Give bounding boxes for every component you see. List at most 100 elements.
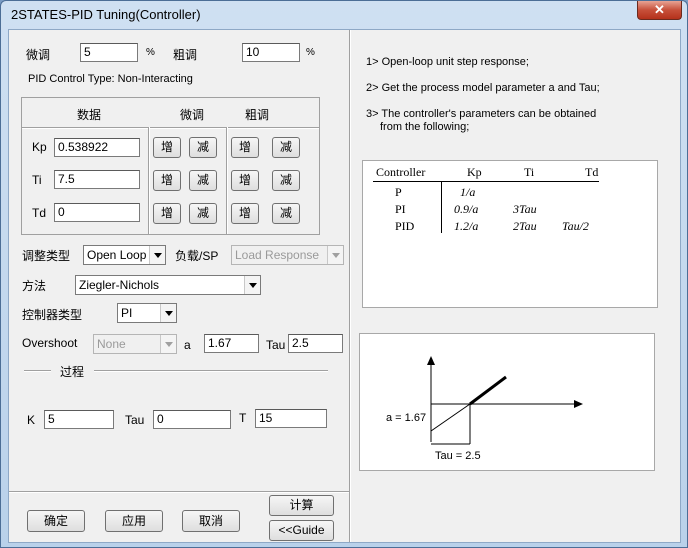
process-k-label: K <box>27 413 36 427</box>
method-value: Ziegler-Nichols <box>79 278 160 292</box>
formula-table: Controller Kp Ti Td P 1/a PI 0.9/a 3Tau … <box>363 161 657 307</box>
ti-fine-increase-button[interactable]: 增 <box>153 170 181 191</box>
kp-label: Kp <box>32 140 47 154</box>
td-fine-decrease-button[interactable]: 减 <box>189 203 217 224</box>
controller-type-label: 控制器类型 <box>22 308 83 322</box>
formula-row-pi-name: PI <box>395 202 406 216</box>
chevron-down-icon <box>327 246 343 264</box>
formula-header-td: Td <box>585 165 599 179</box>
td-coarse-decrease-button[interactable]: 减 <box>272 203 300 224</box>
grid-divider <box>22 127 319 129</box>
formula-row-p-kp: 1/a <box>460 185 476 199</box>
diagram-tangent-line <box>430 403 471 432</box>
instruction-step-2: 2> Get the process model parameter a and… <box>366 82 600 94</box>
formula-header-kp: Kp <box>467 165 482 179</box>
kp-coarse-increase-button[interactable]: 增 <box>231 137 259 158</box>
vertical-divider <box>349 30 351 542</box>
method-label: 方法 <box>22 279 47 293</box>
diagram-a-label: a = 1.67 <box>386 412 426 424</box>
fine-adjust-unit: % <box>146 47 155 58</box>
chevron-down-icon <box>244 276 260 294</box>
cancel-button[interactable]: 取消 <box>182 510 240 532</box>
ti-input[interactable]: 7.5 <box>54 170 140 189</box>
process-t-label: T <box>239 411 247 425</box>
diagram-x-arrowhead <box>574 400 583 408</box>
td-label: Td <box>32 206 47 220</box>
coarse-adjust-label: 粗调 <box>173 48 198 62</box>
process-divider-right <box>94 370 328 372</box>
kp-coarse-decrease-button[interactable]: 减 <box>272 137 300 158</box>
title-bar[interactable]: 2STATES-PID Tuning(Controller) ✕ <box>1 1 687 29</box>
diagram-y-arrowhead <box>427 356 435 365</box>
step-response-diagram-panel: a = 1.67 Tau = 2.5 <box>359 333 655 471</box>
coarse-adjust-unit: % <box>306 47 315 58</box>
overshoot-select: None <box>93 334 177 354</box>
tau-param-input[interactable]: 2.5 <box>288 334 343 353</box>
grid-header-coarse: 粗调 <box>245 108 270 122</box>
td-input[interactable]: 0 <box>54 203 140 222</box>
close-button[interactable]: ✕ <box>637 1 682 20</box>
formula-header-rule <box>373 181 599 182</box>
formula-row-pid-kp: 1.2/a <box>454 219 479 233</box>
fine-adjust-input[interactable]: 5 <box>80 43 138 62</box>
formula-header-ti: Ti <box>524 165 535 179</box>
ok-button[interactable]: 确定 <box>27 510 85 532</box>
tau-param-label: Tau <box>266 338 286 352</box>
formula-row-pid-name: PID <box>395 219 415 233</box>
process-tau-label: Tau <box>125 413 145 427</box>
grid-header-fine: 微调 <box>180 108 205 122</box>
process-k-input[interactable]: 5 <box>44 410 114 429</box>
bottom-divider <box>9 491 349 493</box>
formula-column-rule <box>441 182 442 233</box>
load-sp-select: Load Response <box>231 245 344 265</box>
load-sp-value: Load Response <box>235 248 320 262</box>
ti-fine-decrease-button[interactable]: 减 <box>189 170 217 191</box>
kp-input[interactable]: 0.538922 <box>54 138 140 157</box>
formula-row-pid-td: Tau/2 <box>562 219 589 233</box>
dialog-body: 微调 5 % 粗调 10 % PID Control Type: Non-Int… <box>8 29 681 543</box>
step-response-diagram: a = 1.67 Tau = 2.5 <box>386 356 583 462</box>
apply-button[interactable]: 应用 <box>105 510 163 532</box>
process-t-input[interactable]: 15 <box>255 409 327 428</box>
method-select[interactable]: Ziegler-Nichols <box>75 275 261 295</box>
window-title: 2STATES-PID Tuning(Controller) <box>11 7 201 22</box>
coarse-adjust-input[interactable]: 10 <box>242 43 300 62</box>
overshoot-value: None <box>97 337 126 351</box>
kp-fine-decrease-button[interactable]: 减 <box>189 137 217 158</box>
process-divider-left <box>24 370 51 372</box>
diagram-tau-label: Tau = 2.5 <box>435 450 481 462</box>
instruction-step-1: 1> Open-loop unit step response; <box>366 56 529 68</box>
overshoot-label: Overshoot <box>22 336 78 350</box>
ti-coarse-decrease-button[interactable]: 减 <box>272 170 300 191</box>
ti-coarse-increase-button[interactable]: 增 <box>231 170 259 191</box>
load-sp-label: 负载/SP <box>175 249 219 263</box>
tuning-type-value: Open Loop <box>87 248 147 262</box>
td-coarse-increase-button[interactable]: 增 <box>231 203 259 224</box>
pid-parameter-grid: 数据 微调 粗调 Kp 0.538922 增 减 增 减 Ti 7.5 增 减 … <box>21 97 320 235</box>
formula-row-pid-ti: 2Tau <box>513 219 537 233</box>
td-fine-increase-button[interactable]: 增 <box>153 203 181 224</box>
ti-label: Ti <box>32 173 42 187</box>
fine-adjust-label: 微调 <box>26 48 51 62</box>
controller-type-value: PI <box>121 306 133 320</box>
process-tau-input[interactable]: 0 <box>153 410 231 429</box>
formula-row-pi-ti: 3Tau <box>513 202 537 216</box>
a-param-label: a <box>184 338 191 352</box>
formula-table-panel: Controller Kp Ti Td P 1/a PI 0.9/a 3Tau … <box>362 160 658 308</box>
chevron-down-icon <box>149 246 165 264</box>
grid-col-divider-1 <box>148 127 150 234</box>
tuning-type-select[interactable]: Open Loop <box>83 245 166 265</box>
controller-type-select[interactable]: PI <box>117 303 177 323</box>
tuning-type-label: 调整类型 <box>22 249 71 263</box>
control-type-text: PID Control Type: Non-Interacting <box>28 73 193 85</box>
compute-button[interactable]: 计算 <box>269 495 334 516</box>
kp-fine-increase-button[interactable]: 增 <box>153 137 181 158</box>
formula-row-p-name: P <box>395 185 402 199</box>
a-param-input[interactable]: 1.67 <box>204 334 259 353</box>
process-label: 过程 <box>60 365 85 379</box>
instruction-step-3-cont: from the following; <box>380 121 470 133</box>
grid-col-divider-2 <box>226 127 228 234</box>
diagram-response-line <box>469 375 507 406</box>
guide-button[interactable]: <<Guide <box>269 520 334 541</box>
formula-header-controller: Controller <box>376 165 426 179</box>
